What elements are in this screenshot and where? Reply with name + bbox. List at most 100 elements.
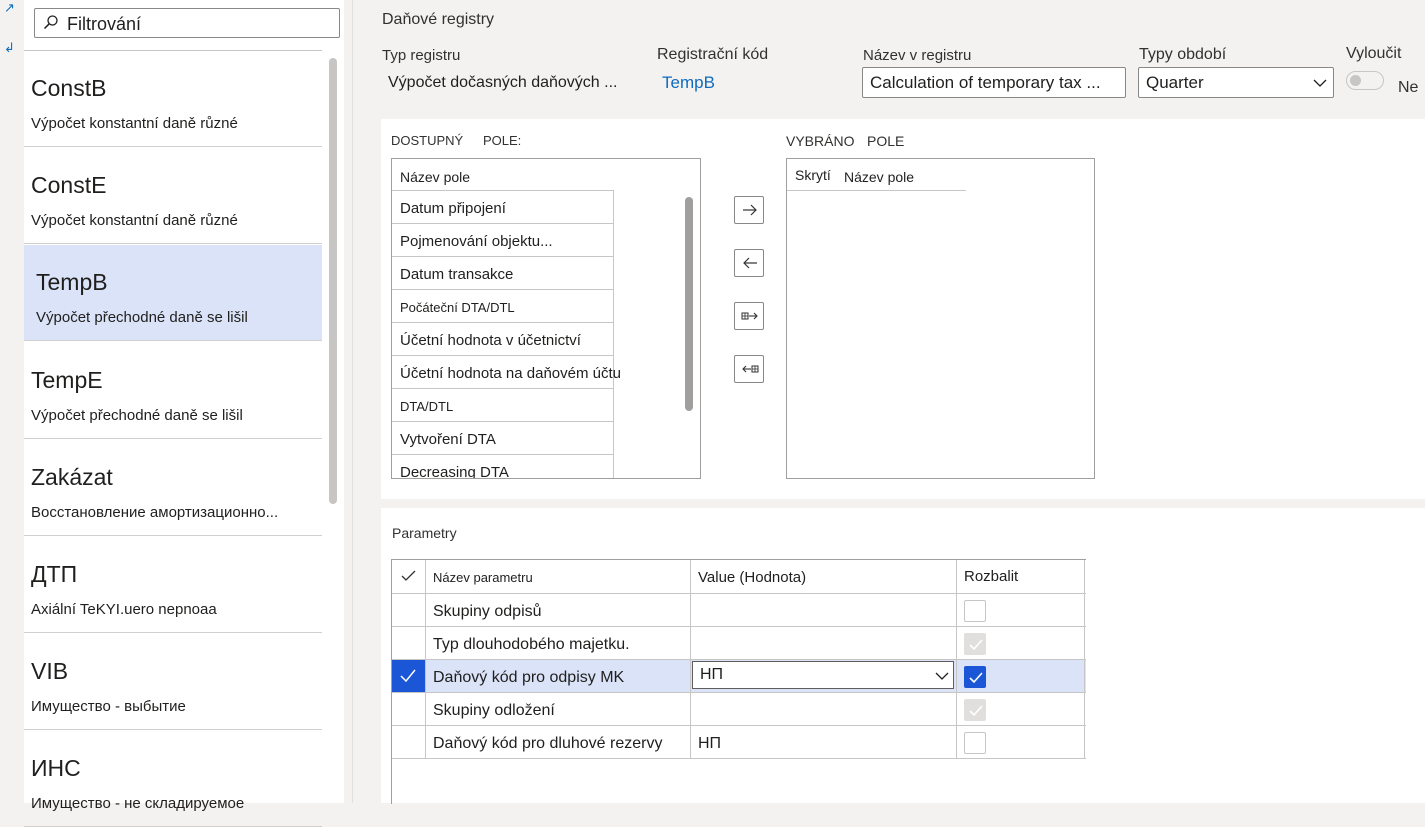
list-item-subtitle: Výpočet konstantní daně různé (31, 115, 238, 132)
expand-checkbox[interactable] (964, 732, 986, 754)
list-scrollbar-thumb[interactable] (329, 58, 337, 504)
parameter-name: Daňový kód pro odpisy MK (426, 660, 691, 692)
parameter-row[interactable]: Typ dlouhodobého majetku. (392, 627, 1086, 660)
list-item[interactable]: ConstB Výpočet konstantní daně různé (24, 51, 322, 147)
list-item[interactable]: Zakázat Восстановление амортизационно... (24, 440, 322, 536)
checkmark-icon (401, 570, 416, 581)
parameter-value-select[interactable]: НП (692, 661, 954, 689)
list-item-title: TempB (36, 269, 108, 295)
list-item[interactable]: VIB Имущество - выбытие (24, 634, 322, 730)
row-select-cell[interactable] (392, 627, 426, 659)
period-types-label: Typy období (1139, 46, 1227, 63)
row-select-cell[interactable] (392, 594, 426, 626)
period-types-value: Quarter (1146, 73, 1204, 92)
parameter-value[interactable] (691, 594, 957, 626)
list-item-title: VIB (31, 658, 69, 684)
list-item-title: Zakázat (31, 464, 113, 490)
period-types-select[interactable]: Quarter (1138, 67, 1334, 98)
chevron-down-icon (935, 672, 949, 680)
registration-code-field[interactable]: TempB (655, 68, 851, 98)
available-field-item[interactable]: DTA/DTL (392, 389, 614, 422)
available-fields-title: DOSTUPNÝ (391, 133, 464, 148)
select-all-column[interactable] (392, 560, 426, 593)
row-select-cell[interactable] (392, 660, 426, 692)
section-title: Daňové registry (382, 11, 495, 28)
parameter-expand-cell (957, 594, 1085, 626)
filter-field[interactable] (34, 8, 340, 38)
available-field-item[interactable]: Účetní hodnota na daňovém účtu (392, 356, 621, 389)
available-scrollbar-thumb[interactable] (685, 197, 693, 411)
row-select-cell[interactable] (392, 693, 426, 725)
arrow-right-icon (743, 204, 757, 216)
available-field-item[interactable]: Datum připojení (392, 191, 614, 224)
list-item-title: ConstB (31, 75, 107, 101)
selected-fields-title-suffix: POLE (867, 133, 905, 149)
remove-field-button[interactable] (734, 249, 764, 277)
arrow-left-icon (743, 257, 757, 269)
grid-header-row: Název parametru Value (Hodnota) Rozbalit (392, 560, 1086, 594)
selected-col-hidden[interactable]: Skrytí (795, 167, 831, 183)
add-all-icon (741, 312, 758, 320)
available-field-item[interactable]: Počáteční DTA/DTL (392, 290, 614, 323)
filter-input[interactable] (65, 11, 337, 37)
checkmark-icon (400, 669, 416, 683)
expand-arrow-icon[interactable]: ↗ (4, 0, 15, 16)
add-all-fields-button[interactable] (734, 302, 764, 330)
selected-fields-list: Skrytí Název pole (786, 158, 1095, 479)
expand-checkbox[interactable] (964, 666, 986, 688)
list-item[interactable]: TempE Výpočet přechodné daně se lišil (24, 343, 322, 439)
add-field-button[interactable] (734, 196, 764, 224)
parameter-name: Skupiny odpisů (426, 594, 691, 626)
column-header-name[interactable]: Název parametru (426, 560, 691, 593)
row-select-cell[interactable] (392, 726, 426, 758)
selected-fields-title: VYBRÁNO (786, 133, 855, 149)
parameter-value[interactable]: НП (691, 726, 957, 758)
list-item-subtitle: Výpočet konstantní daně různé (31, 212, 238, 229)
exclude-label: Vyloučit (1346, 45, 1402, 62)
parameter-row[interactable]: Daňový kód pro dluhové rezervy НП (392, 726, 1086, 759)
toggle-knob (1350, 75, 1361, 86)
column-header-value[interactable]: Value (Hodnota) (691, 560, 957, 593)
register-name-input[interactable]: Calculation of temporary tax ... (862, 67, 1126, 98)
exclude-value: Ne (1398, 79, 1419, 96)
expand-checkbox[interactable] (964, 600, 986, 622)
available-field-item[interactable]: Pojmenování objektu... (392, 224, 614, 257)
selected-col-name[interactable]: Název pole (844, 169, 914, 185)
parameter-name: Daňový kód pro dluhové rezervy (426, 726, 691, 758)
register-list-panel: ConstBVýpočet konstantní daně různéConst… (24, 0, 344, 827)
list-item-subtitle: Восстановление амортизационно... (31, 504, 279, 521)
available-field-item[interactable]: Decreasing DTA (392, 455, 614, 478)
exclude-toggle[interactable] (1346, 71, 1384, 90)
list-item-subtitle: Имущество - выбытие (31, 698, 186, 715)
parameter-value[interactable]: НП (691, 660, 957, 692)
parameters-title: Parametry (392, 525, 457, 541)
remove-all-fields-button[interactable] (734, 355, 764, 383)
parameter-row[interactable]: Skupiny odložení (392, 693, 1086, 726)
parameter-name: Skupiny odložení (426, 693, 691, 725)
parameter-value[interactable] (691, 627, 957, 659)
remove-all-icon (742, 365, 759, 373)
list-item[interactable]: ИНС Имущество - не складируемое (24, 731, 322, 827)
parameter-row[interactable]: Skupiny odpisů (392, 594, 1086, 627)
list-item-subtitle: Axiální TeKYI.uero nepnoaa (31, 601, 217, 618)
parameter-row[interactable]: Daňový kód pro odpisy MK НП (392, 660, 1086, 693)
register-type-field[interactable]: Výpočet dočasných daňových ... (381, 68, 645, 98)
column-header-expand[interactable]: Rozbalit (957, 560, 1085, 593)
available-field-item[interactable]: Vytvoření DTA (392, 422, 614, 455)
parameter-value[interactable] (691, 693, 957, 725)
field-selection-card: DOSTUPNÝ POLE: Název pole Datum připojen… (381, 119, 1425, 499)
available-field-item[interactable]: Datum transakce (392, 257, 614, 290)
expand-checkbox[interactable] (964, 699, 986, 721)
available-fields-title-suffix: POLE: (483, 133, 522, 148)
chevron-down-icon (1313, 79, 1327, 87)
available-fields-header: Název pole (400, 169, 471, 185)
list-item[interactable]: ДТП Axiální TeKYI.uero nepnoaa (24, 537, 322, 633)
list-item-subtitle: Výpočet přechodné daně se lišil (36, 309, 248, 326)
available-field-item[interactable]: Účetní hodnota v účetnictví (392, 323, 614, 356)
expand-checkbox[interactable] (964, 633, 986, 655)
list-item[interactable]: TempB Výpočet přechodné daně se lišil (24, 245, 322, 341)
list-item[interactable]: ConstE Výpočet konstantní daně různé (24, 148, 322, 244)
parameters-grid: Název parametru Value (Hodnota) Rozbalit… (391, 559, 1086, 804)
back-arrow-icon[interactable]: ↲ (4, 40, 15, 56)
parameter-value-text: НП (700, 666, 724, 683)
